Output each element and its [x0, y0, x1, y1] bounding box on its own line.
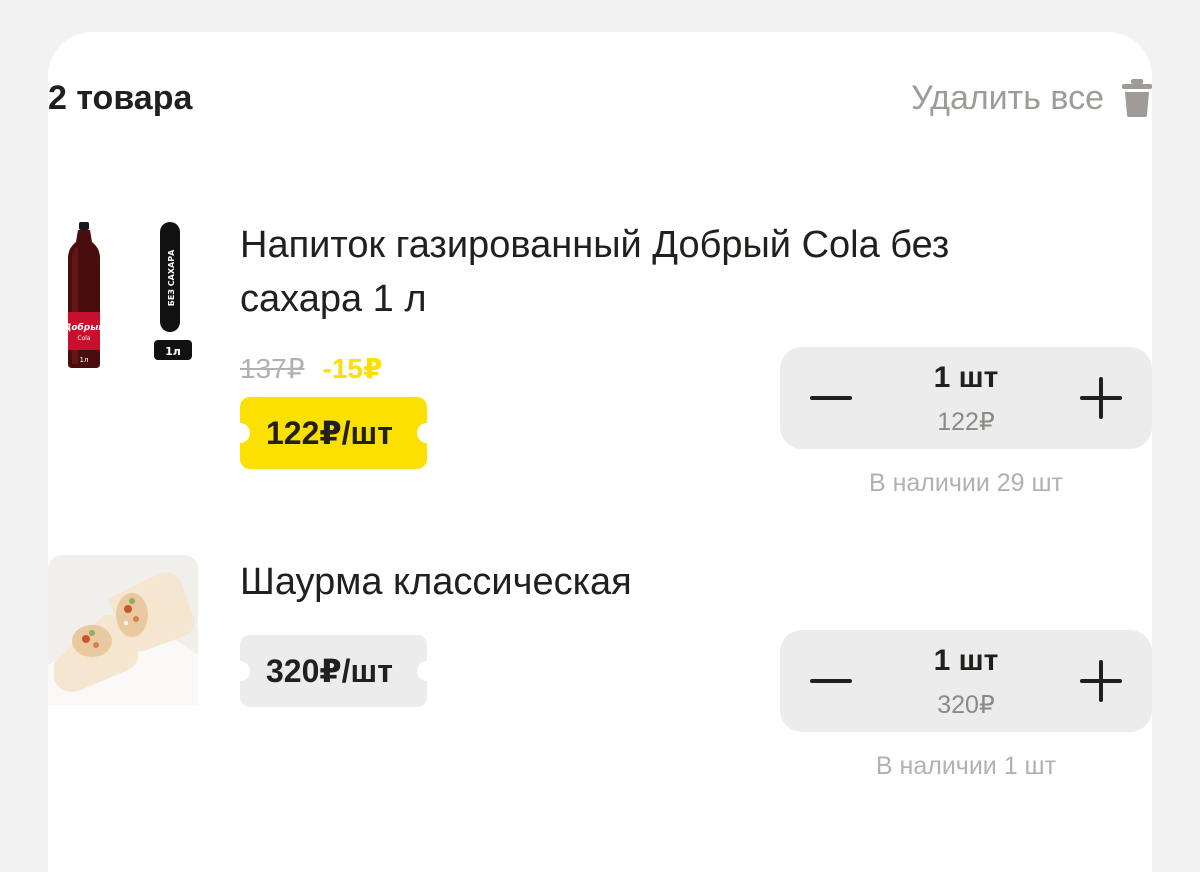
product-image-shawarma[interactable] — [48, 555, 198, 705]
cola-brand-text: Добрый — [62, 322, 105, 333]
increase-button[interactable] — [1076, 373, 1126, 423]
old-price: 137₽ — [240, 353, 305, 384]
increase-button[interactable] — [1076, 656, 1126, 706]
plus-icon — [1080, 660, 1122, 702]
shawarma-image — [48, 555, 198, 705]
product-title[interactable]: Напиток газированный Добрый Cola без сах… — [240, 218, 1070, 326]
product-title[interactable]: Шаурма классическая — [240, 555, 1070, 609]
sugar-free-band-text: БЕЗ САХАРА — [167, 249, 176, 306]
price-old-row: 137₽ -15₽ — [240, 352, 382, 385]
quantity-stepper: 1 шт 122₽ — [780, 347, 1152, 449]
band-volume-text: 1л — [165, 345, 181, 358]
items-count: 2 товара — [48, 78, 193, 117]
cart-header: 2 товара Удалить все — [48, 76, 1152, 120]
stock-availability: В наличии 29 шт — [868, 469, 1064, 497]
cola-sub-text: Cola — [77, 335, 91, 342]
product-image-cola[interactable]: Добрый Cola 1л БЕЗ САХАРА 1л — [48, 218, 198, 368]
price-per-unit-tag: 122₽/шт — [230, 397, 437, 469]
cart-item: Шаурма классическая 320₽/шт 1 шт 320₽ В … — [48, 555, 1152, 795]
discount-amount: -15₽ — [322, 353, 383, 384]
cola-bottle-image: Добрый Cola 1л БЕЗ САХАРА 1л — [62, 222, 192, 368]
cola-volume-text: 1л — [80, 356, 89, 364]
stock-availability: В наличии 1 шт — [875, 752, 1057, 780]
price-per-unit-tag: 320₽/шт — [230, 635, 437, 707]
delete-all-label: Удалить все — [911, 78, 1104, 117]
plus-icon — [1080, 377, 1122, 419]
cart-item: Добрый Cola 1л БЕЗ САХАРА 1л Напиток газ… — [48, 218, 1152, 508]
trash-icon — [1122, 79, 1152, 117]
quantity-stepper: 1 шт 320₽ — [780, 630, 1152, 732]
delete-all-button[interactable]: Удалить все — [911, 79, 1152, 118]
